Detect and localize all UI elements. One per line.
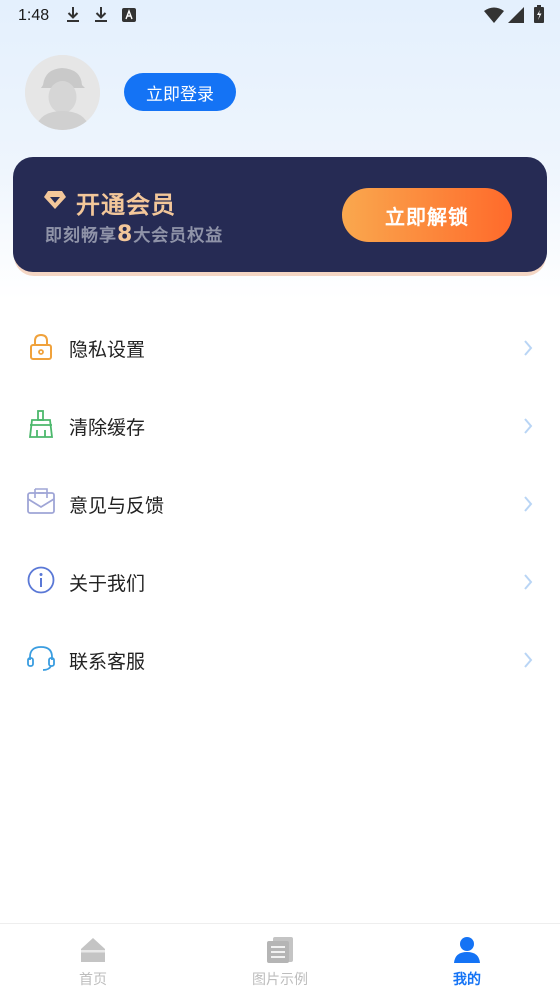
- home-icon: [81, 938, 105, 962]
- tab-label: 首页: [79, 972, 107, 988]
- battery-icon: [534, 5, 544, 23]
- menu-item-contact-service[interactable]: 联系客服: [0, 622, 560, 700]
- document-icon: [267, 937, 293, 963]
- signal-icon: [508, 7, 524, 23]
- chevron-right-icon: [524, 574, 533, 590]
- info-icon: [27, 566, 55, 594]
- diamond-icon: [44, 191, 66, 209]
- status-time: 1:48: [18, 7, 50, 24]
- lock-icon: [30, 333, 52, 360]
- menu-item-about[interactable]: 关于我们: [0, 544, 560, 622]
- wifi-icon: [484, 7, 504, 23]
- chevron-right-icon: [524, 340, 533, 356]
- chevron-right-icon: [524, 652, 533, 668]
- headset-icon: [27, 646, 55, 671]
- menu-label: 清除缓存: [69, 417, 146, 439]
- download-icon: [95, 7, 107, 22]
- menu-label: 联系客服: [69, 651, 146, 673]
- menu-label: 意见与反馈: [69, 495, 165, 517]
- menu-item-clear-cache[interactable]: 清除缓存: [0, 388, 560, 466]
- chevron-right-icon: [524, 496, 533, 512]
- download-icon: [67, 7, 79, 22]
- menu-label: 隐私设置: [69, 339, 146, 361]
- bottom-tab-bar: 首页 图片示例 我的: [0, 923, 560, 996]
- tab-label: 图片示例: [252, 972, 308, 988]
- vip-title: 开通会员: [76, 191, 176, 219]
- font-app-icon: [122, 8, 136, 22]
- avatar[interactable]: [25, 55, 100, 130]
- tab-image-examples[interactable]: 图片示例: [210, 924, 350, 996]
- menu-item-feedback[interactable]: 意见与反馈: [0, 466, 560, 544]
- chevron-right-icon: [524, 418, 533, 434]
- login-button[interactable]: 立即登录: [124, 73, 236, 111]
- vip-subtitle-prefix: 即刻畅享: [45, 226, 117, 246]
- default-avatar-icon: [25, 55, 100, 130]
- vip-card[interactable]: 开通会员 即刻畅享8大会员权益 立即解锁: [13, 157, 547, 272]
- unlock-button[interactable]: 立即解锁: [342, 188, 512, 242]
- mail-icon: [27, 488, 55, 514]
- vip-benefit-count: 8: [117, 222, 134, 247]
- user-icon: [454, 937, 480, 963]
- tab-home[interactable]: 首页: [23, 924, 163, 996]
- vip-subtitle-suffix: 大会员权益: [133, 226, 224, 246]
- menu-label: 关于我们: [69, 573, 146, 595]
- menu-item-privacy[interactable]: 隐私设置: [0, 310, 560, 388]
- tab-label: 我的: [453, 972, 481, 988]
- vip-subtitle: 即刻畅享8大会员权益: [45, 221, 223, 247]
- tab-mine[interactable]: 我的: [397, 924, 537, 996]
- status-bar: 1:48: [0, 0, 560, 32]
- broom-icon: [28, 410, 54, 438]
